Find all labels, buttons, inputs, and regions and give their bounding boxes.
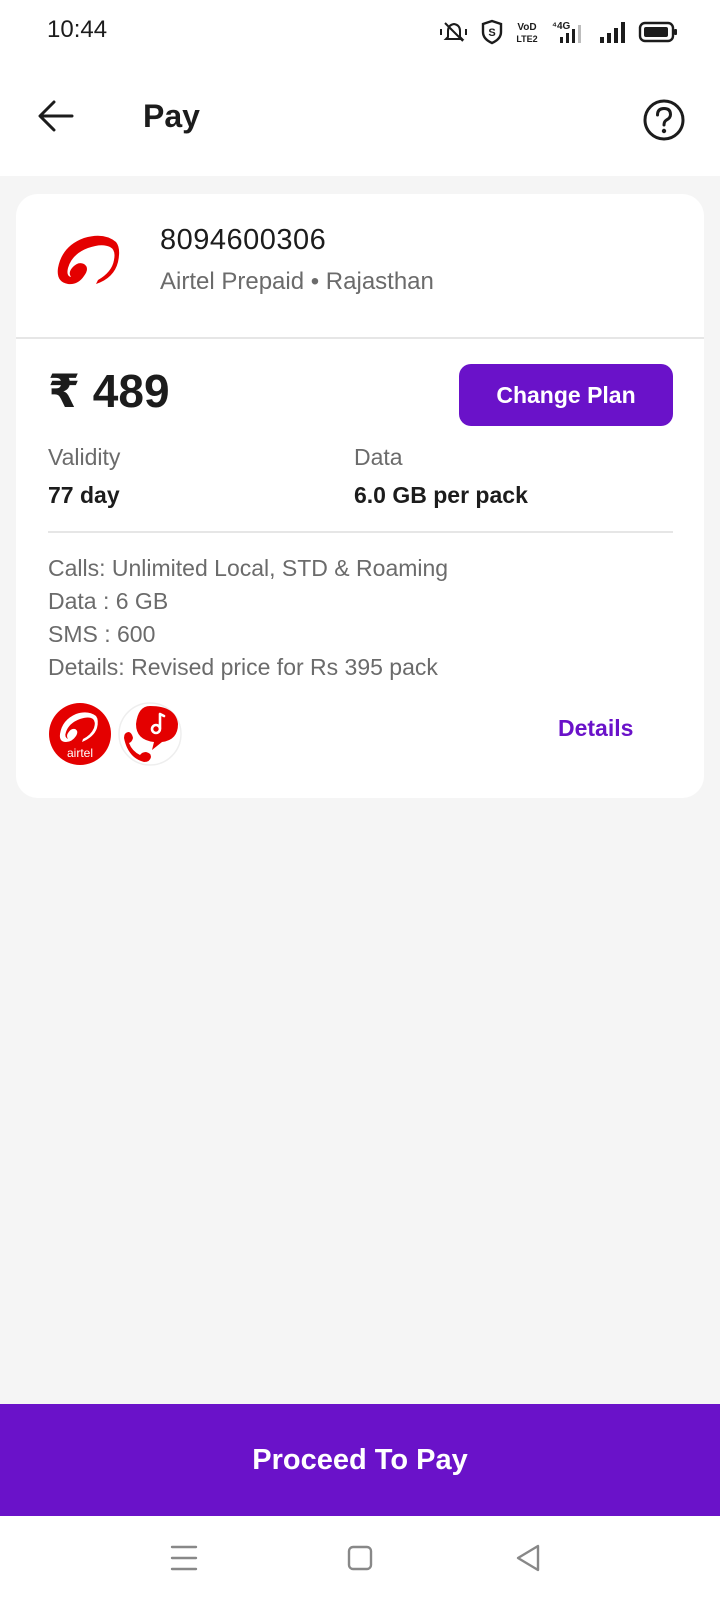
benefit-sms: SMS : 600 [48,621,156,647]
home-square-icon [347,1545,373,1571]
arrow-left-icon [38,100,74,132]
app-header: Pay [0,64,720,176]
back-nav-button[interactable] [508,1538,548,1578]
airtel-app-label: airtel [67,746,93,760]
home-nav-button[interactable] [340,1538,380,1578]
benefit-details: Details: Revised price for Rs 395 pack [48,654,438,680]
data-label: Data [354,444,403,470]
benefit-data: Data : 6 GB [48,588,169,614]
back-triangle-icon [516,1544,540,1572]
svg-text:⁴4G: ⁴4G [552,21,571,32]
4g-signal-icon: ⁴4G [552,21,581,43]
mute-vibrate-icon [440,22,467,42]
status-time: 10:44 [47,16,108,43]
back-button[interactable] [34,94,78,138]
status-icons: S VoD LTE2 ⁴4G [438,18,678,46]
hellotunes-icon [118,702,182,766]
proceed-to-pay-button[interactable]: Proceed To Pay [0,1404,720,1516]
benefits-list: Calls: Unlimited Local, STD & Roaming Da… [48,552,448,684]
help-button[interactable] [642,98,686,142]
benefit-calls: Calls: Unlimited Local, STD & Roaming [48,555,449,581]
question-circle-icon [643,99,685,141]
validity-label: Validity [48,444,121,470]
volte-icon: VoD LTE2 [516,22,537,44]
menu-nav-button[interactable] [164,1538,204,1578]
details-link[interactable]: Details [558,715,633,742]
airtel-app-icon: airtel [49,703,111,765]
divider [48,531,673,533]
svg-text:LTE2: LTE2 [516,34,537,44]
shield-icon: S [481,19,503,45]
menu-icon [170,1545,198,1571]
status-bar: 10:44 S VoD LTE2 ⁴4G [0,0,720,64]
airtel-logo [57,235,120,285]
divider [16,337,704,339]
system-nav-bar [0,1516,720,1600]
svg-text:VoD: VoD [517,22,536,33]
plan-card: 8094600306 Airtel Prepaid • Rajasthan ₹ … [16,194,704,798]
page-title: Pay [143,98,200,134]
operator-info: Airtel Prepaid • Rajasthan [160,268,434,295]
data-value: 6.0 GB per pack [354,482,528,508]
mobile-number: 8094600306 [160,224,327,256]
validity-value: 77 day [48,482,120,508]
plan-price: ₹ 489 [48,365,170,417]
change-plan-button[interactable]: Change Plan [459,364,673,426]
svg-text:S: S [488,27,495,39]
battery-icon [638,21,677,43]
signal-icon [600,22,625,43]
